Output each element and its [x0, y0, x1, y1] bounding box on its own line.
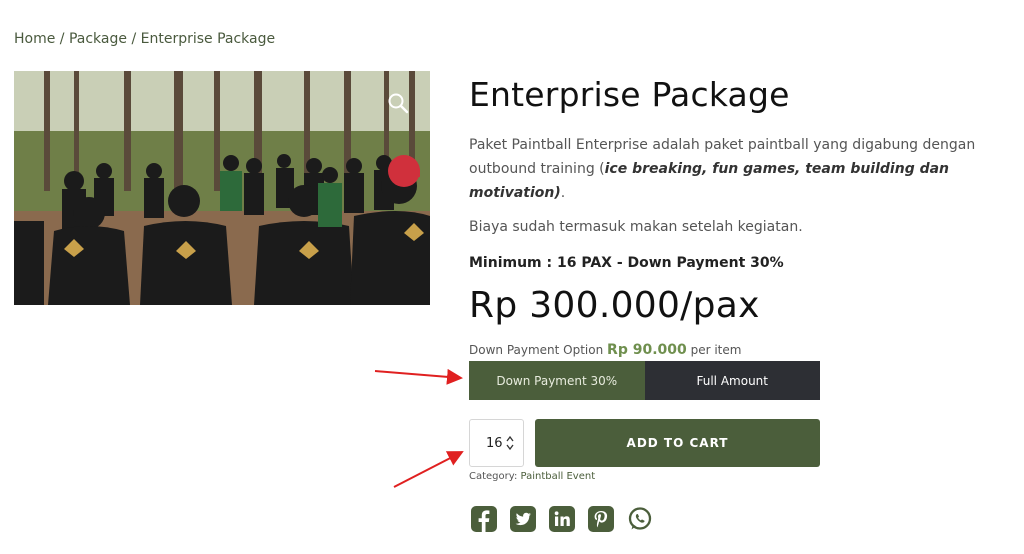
breadcrumb-package[interactable]: Package: [69, 31, 127, 47]
product-photo: [14, 71, 430, 305]
minimum-note: Minimum : 16 PAX - Down Payment 30%: [469, 255, 784, 271]
product-price: Rp 300.000/pax: [469, 285, 760, 326]
quantity-stepper[interactable]: 16: [469, 419, 524, 467]
product-title: Enterprise Package: [469, 75, 790, 114]
quantity-value: 16: [486, 436, 503, 451]
product-summary: Enterprise Package Paket Paintball Enter…: [469, 72, 1009, 326]
twitter-icon[interactable]: [510, 506, 536, 532]
annotation-arrow: [374, 368, 463, 385]
product-image[interactable]: [14, 71, 430, 305]
deposit-label: Down Payment Option: [469, 343, 604, 357]
deposit-suffix: per item: [690, 343, 742, 357]
down-payment-option-button[interactable]: Down Payment 30%: [469, 361, 645, 400]
add-to-cart-button[interactable]: ADD TO CART: [535, 419, 820, 467]
product-description: Paket Paintball Enterprise adalah paket …: [469, 133, 1009, 205]
breadcrumb-home[interactable]: Home: [14, 31, 55, 47]
whatsapp-icon[interactable]: [627, 506, 653, 532]
deposit-toggle: Down Payment 30% Full Amount: [469, 361, 820, 400]
product-category: Category: Paintball Event: [469, 471, 595, 482]
fee-note: Biaya sudah termasuk makan setelah kegia…: [469, 219, 803, 235]
social-share: [471, 506, 653, 532]
deposit-option-label: Down Payment Option Rp 90.000 per item: [469, 342, 741, 358]
facebook-icon[interactable]: [471, 506, 497, 532]
quantity-spin-icon[interactable]: [506, 435, 514, 451]
full-amount-option-button[interactable]: Full Amount: [644, 361, 820, 400]
zoom-icon[interactable]: [386, 91, 410, 115]
breadcrumb-current: Enterprise Package: [140, 31, 276, 47]
annotation-arrow: [393, 451, 464, 488]
description-end: .: [560, 185, 566, 201]
linkedin-icon[interactable]: [549, 506, 575, 532]
category-label: Category:: [469, 471, 518, 482]
deposit-amount: Rp 90.000: [607, 342, 687, 358]
breadcrumb-separator: /: [55, 31, 69, 47]
breadcrumb-separator: /: [127, 31, 141, 47]
pinterest-icon[interactable]: [588, 506, 614, 532]
category-link[interactable]: Paintball Event: [521, 471, 596, 482]
breadcrumb: Home / Package / Enterprise Package: [14, 31, 275, 47]
